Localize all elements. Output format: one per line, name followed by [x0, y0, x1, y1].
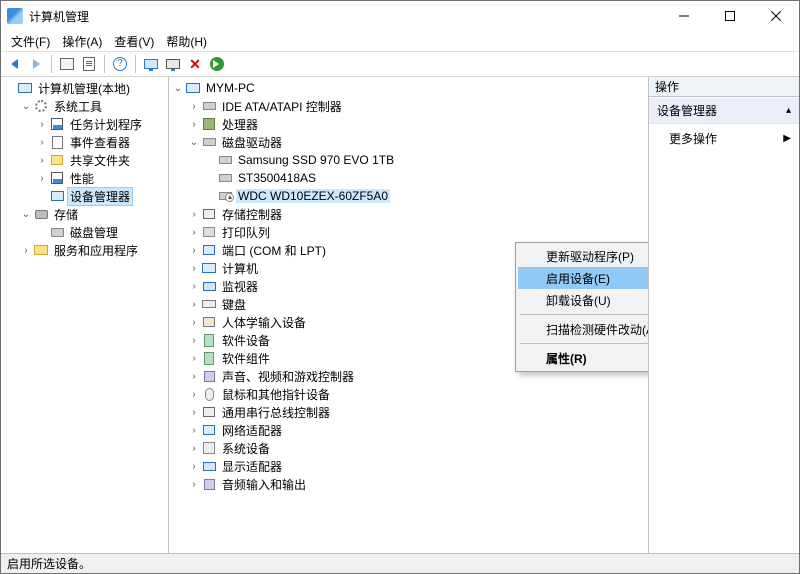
device-root[interactable]: ⌄MYM-PC	[171, 79, 648, 97]
tree-task-scheduler[interactable]: ›任务计划程序	[35, 115, 168, 133]
cm-separator	[520, 343, 649, 344]
tree-root[interactable]: ▸ 计算机管理(本地)	[3, 79, 168, 97]
cat-audio-io[interactable]: ›音频输入和输出	[187, 475, 648, 493]
menu-file[interactable]: 文件(F)	[5, 33, 56, 50]
drive-icon	[219, 174, 232, 182]
task-scheduler-icon	[51, 118, 63, 130]
console-tree[interactable]: ▸ 计算机管理(本地) ⌄ 系统工具 ›任务计划程序	[1, 77, 169, 553]
titlebar: 计算机管理	[1, 1, 799, 31]
device-tree[interactable]: ⌄MYM-PC ›IDE ATA/ATAPI 控制器 ›处理器 ⌄磁盘驱动器 ›…	[169, 77, 649, 553]
services-icon	[34, 245, 48, 255]
cat-disk-drives[interactable]: ⌄磁盘驱动器	[187, 133, 648, 151]
cm-enable-device[interactable]: 启用设备(E)	[518, 267, 649, 289]
usb-icon	[203, 407, 215, 417]
tree-device-manager[interactable]: ›设备管理器	[35, 187, 168, 205]
sw-component-icon	[204, 352, 214, 365]
printer-icon	[203, 227, 215, 237]
tree-shared-folders[interactable]: ›共享文件夹	[35, 151, 168, 169]
minimize-button[interactable]	[661, 1, 707, 31]
back-button[interactable]	[5, 55, 23, 73]
cat-display[interactable]: ›显示适配器	[187, 457, 648, 475]
cm-separator	[520, 314, 649, 315]
cpu-icon	[203, 118, 215, 130]
tools-icon	[35, 100, 47, 112]
tree-disk-management[interactable]: ›磁盘管理	[35, 223, 168, 241]
device-manager-icon	[51, 191, 64, 201]
menu-help[interactable]: 帮助(H)	[160, 33, 213, 50]
tree-services-apps[interactable]: ›服务和应用程序	[19, 241, 168, 259]
hid-icon	[203, 317, 215, 327]
cm-uninstall-device[interactable]: 卸载设备(U)	[518, 289, 649, 311]
cm-update-driver[interactable]: 更新驱动程序(P)	[518, 245, 649, 267]
cat-system-devices[interactable]: ›系统设备	[187, 439, 648, 457]
storage-ctrl-icon	[203, 209, 215, 219]
help-button[interactable]: ?	[111, 55, 129, 73]
cat-print-queues[interactable]: ›打印队列	[187, 223, 648, 241]
menu-action[interactable]: 操作(A)	[56, 33, 108, 50]
actions-more-label: 更多操作	[669, 130, 717, 147]
enable-button[interactable]	[164, 55, 182, 73]
monitor-icon	[203, 282, 216, 291]
system-devices-icon	[203, 442, 215, 454]
cat-usb[interactable]: ›通用串行总线控制器	[187, 403, 648, 421]
actions-section-device-manager[interactable]: 设备管理器 ▴	[649, 98, 799, 124]
drive-disabled-icon	[219, 192, 232, 200]
ide-icon	[203, 102, 216, 110]
status-text: 启用所选设备。	[7, 555, 91, 572]
disk-seagate[interactable]: ›ST3500418AS	[203, 169, 648, 187]
disk-wdc[interactable]: ›WDC WD10EZEX-60ZF5A0	[203, 187, 648, 205]
actions-more[interactable]: 更多操作 ▶	[649, 124, 799, 153]
show-hide-tree-button[interactable]	[58, 55, 76, 73]
chevron-right-icon: ▶	[783, 133, 791, 144]
computer-icon	[202, 263, 216, 273]
cat-cpu[interactable]: ›处理器	[187, 115, 648, 133]
tree-storage[interactable]: ⌄存储	[19, 205, 168, 223]
audio-io-icon	[204, 479, 215, 490]
cat-storage-ctrl[interactable]: ›存储控制器	[187, 205, 648, 223]
scan-button[interactable]	[142, 55, 160, 73]
maximize-button[interactable]	[707, 1, 753, 31]
drive-icon	[219, 156, 232, 164]
performance-icon	[51, 172, 63, 184]
tree-event-viewer[interactable]: ›事件查看器	[35, 133, 168, 151]
forward-button[interactable]	[27, 55, 45, 73]
disk-samsung[interactable]: ›Samsung SSD 970 EVO 1TB	[203, 151, 648, 169]
keyboard-icon	[202, 300, 216, 308]
actions-pane: 操作 设备管理器 ▴ 更多操作 ▶	[649, 77, 799, 553]
uninstall-button[interactable]: ✕	[186, 55, 204, 73]
actions-section-label: 设备管理器	[657, 102, 717, 119]
sound-icon	[204, 371, 215, 382]
statusbar: 启用所选设备。	[1, 553, 799, 573]
computer-mgmt-icon	[18, 83, 32, 93]
pc-icon	[186, 83, 200, 93]
menubar: 文件(F) 操作(A) 查看(V) 帮助(H)	[1, 31, 799, 51]
display-icon	[203, 462, 216, 471]
properties-button[interactable]	[80, 55, 98, 73]
actions-header: 操作	[649, 77, 799, 97]
shared-folders-icon	[51, 155, 63, 165]
menu-view[interactable]: 查看(V)	[108, 33, 160, 50]
network-icon	[203, 425, 215, 435]
tree-performance[interactable]: ›性能	[35, 169, 168, 187]
tree-system-tools[interactable]: ⌄ 系统工具	[19, 97, 168, 115]
sw-device-icon	[204, 334, 214, 347]
chevron-up-icon: ▴	[786, 105, 791, 116]
cat-mouse[interactable]: ›鼠标和其他指针设备	[187, 385, 648, 403]
context-menu: 更新驱动程序(P) 启用设备(E) 卸载设备(U) 扫描检测硬件改动(A) 属性…	[515, 242, 649, 372]
cm-scan-hardware[interactable]: 扫描检测硬件改动(A)	[518, 318, 649, 340]
cat-network[interactable]: ›网络适配器	[187, 421, 648, 439]
window-title: 计算机管理	[29, 8, 661, 25]
disk-mgmt-icon	[51, 228, 64, 237]
update-driver-button[interactable]	[208, 55, 226, 73]
mouse-icon	[205, 388, 214, 401]
close-button[interactable]	[753, 1, 799, 31]
disk-drives-icon	[203, 138, 216, 146]
cm-properties[interactable]: 属性(R)	[518, 347, 649, 369]
toolbar: ? ✕	[1, 51, 799, 77]
storage-icon	[35, 210, 48, 219]
event-viewer-icon	[52, 136, 63, 149]
app-icon	[7, 8, 23, 24]
port-icon	[203, 245, 215, 255]
cat-ide[interactable]: ›IDE ATA/ATAPI 控制器	[187, 97, 648, 115]
